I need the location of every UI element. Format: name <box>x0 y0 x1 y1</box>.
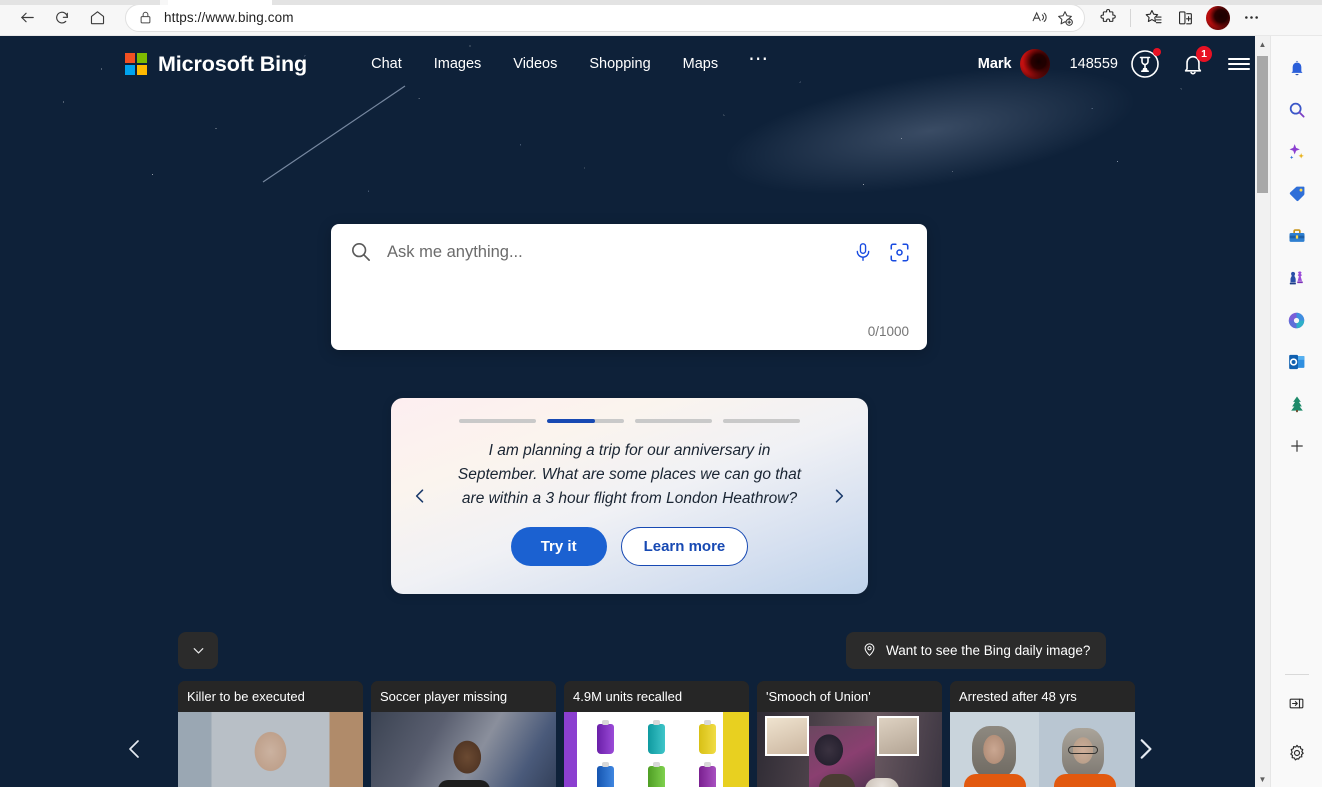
carousel-progress-3[interactable] <box>635 419 712 423</box>
notification-badge: 1 <box>1196 46 1212 62</box>
daily-image-label: Want to see the Bing daily image? <box>886 643 1090 658</box>
prompt-text: I am planning a trip for our anniversary… <box>447 439 812 511</box>
news-card-title: Arrested after 48 yrs <box>950 681 1135 712</box>
bing-wordmark: Microsoft Bing <box>158 52 307 77</box>
read-aloud-icon[interactable] <box>1026 5 1052 31</box>
hamburger-menu-icon[interactable] <box>1224 49 1254 79</box>
edge-sidebar <box>1270 36 1322 787</box>
user-name: Mark <box>978 56 1012 72</box>
news-card-title: 'Smooch of Union' <box>757 681 942 712</box>
sidebar-customize-icon[interactable] <box>1281 430 1313 462</box>
learn-more-button[interactable]: Learn more <box>621 527 749 566</box>
character-counter: 0/1000 <box>868 324 909 339</box>
news-card[interactable]: Arrested after 48 yrs <box>950 681 1135 787</box>
news-card[interactable]: 'Smooch of Union' <box>757 681 942 787</box>
sidebar-drop-icon[interactable] <box>1281 388 1313 420</box>
news-card-thumbnail <box>950 712 1135 787</box>
sidebar-copilot-icon[interactable] <box>1281 136 1313 168</box>
sidebar-divider <box>1285 674 1309 675</box>
news-card-title: Killer to be executed <box>178 681 363 712</box>
refresh-button[interactable] <box>47 3 77 33</box>
bing-primary-nav: Chat Images Videos Shopping Maps ⋯ <box>355 49 784 79</box>
prompt-suggestion-card: I am planning a trip for our anniversary… <box>391 398 868 594</box>
news-card-thumbnail <box>371 712 556 787</box>
try-it-button[interactable]: Try it <box>511 527 607 566</box>
microsoft-logo-icon <box>125 53 147 75</box>
search-box: 0/1000 <box>331 224 927 350</box>
lock-icon <box>138 10 154 26</box>
scrollbar-thumb[interactable] <box>1257 56 1268 193</box>
news-card[interactable]: Soccer player missing <box>371 681 556 787</box>
rewards-points[interactable]: 148559 <box>1070 56 1118 72</box>
news-card[interactable]: Killer to be executed <box>178 681 363 787</box>
sidebar-tools-icon[interactable] <box>1281 220 1313 252</box>
scrollbar-down-icon[interactable]: ▼ <box>1255 771 1270 787</box>
page-scrollbar[interactable]: ▲ ▼ <box>1255 36 1270 787</box>
news-card-thumbnail <box>564 712 749 787</box>
nav-item-shopping[interactable]: Shopping <box>573 49 666 79</box>
carousel-prev-icon[interactable] <box>407 483 433 509</box>
nav-item-videos[interactable]: Videos <box>497 49 573 79</box>
news-card-thumbnail <box>178 712 363 787</box>
address-bar[interactable]: https://www.bing.com <box>125 4 1085 32</box>
sidebar-games-icon[interactable] <box>1281 262 1313 294</box>
settings-and-more-icon[interactable] <box>1236 3 1266 33</box>
nav-item-maps[interactable]: Maps <box>667 49 734 79</box>
nav-item-chat[interactable]: Chat <box>355 49 418 79</box>
sidebar-microsoft-365-icon[interactable] <box>1281 304 1313 336</box>
carousel-progress-4[interactable] <box>723 419 800 423</box>
microphone-icon[interactable] <box>849 238 877 266</box>
sidebar-collapse-icon[interactable] <box>1281 687 1313 719</box>
news-card-thumbnail <box>757 712 942 787</box>
sidebar-outlook-icon[interactable] <box>1281 346 1313 378</box>
news-card-title: Soccer player missing <box>371 681 556 712</box>
favorites-icon[interactable] <box>1138 3 1168 33</box>
location-pin-icon <box>862 642 877 660</box>
tab-strip-edge <box>0 0 1322 5</box>
add-favorite-icon[interactable] <box>1052 5 1078 31</box>
rewards-status-dot <box>1153 48 1161 56</box>
collections-icon[interactable] <box>1170 3 1200 33</box>
sidebar-notifications-icon[interactable] <box>1281 52 1313 84</box>
news-card[interactable]: 4.9M units recalled <box>564 681 749 787</box>
search-input[interactable] <box>387 243 841 262</box>
avatar[interactable] <box>1020 49 1050 79</box>
toolbar-actions <box>1093 3 1274 33</box>
bing-user-area: Mark 148559 1 <box>978 49 1254 79</box>
news-carousel: Killer to be executed Soccer player miss… <box>178 681 1102 787</box>
page-viewport: Microsoft Bing Chat Images Videos Shoppi… <box>0 36 1270 787</box>
news-card-title: 4.9M units recalled <box>564 681 749 712</box>
carousel-next-icon[interactable] <box>826 483 852 509</box>
bing-header: Microsoft Bing Chat Images Videos Shoppi… <box>0 36 1270 92</box>
scrollbar-track[interactable] <box>1255 52 1270 771</box>
visual-search-icon[interactable] <box>885 238 913 266</box>
search-icon <box>349 240 373 264</box>
toolbar-divider <box>1130 9 1131 27</box>
scrollbar-up-icon[interactable]: ▲ <box>1255 36 1270 52</box>
back-button[interactable] <box>12 3 42 33</box>
home-button[interactable] <box>82 3 112 33</box>
sidebar-search-icon[interactable] <box>1281 94 1313 126</box>
carousel-progress-2[interactable] <box>547 419 624 423</box>
nav-more-icon[interactable]: ⋯ <box>734 54 784 74</box>
sidebar-settings-gear-icon[interactable] <box>1281 737 1313 769</box>
news-prev-icon[interactable] <box>120 734 150 764</box>
sidebar-shopping-icon[interactable] <box>1281 178 1313 210</box>
daily-image-prompt[interactable]: Want to see the Bing daily image? <box>846 632 1106 669</box>
nav-item-images[interactable]: Images <box>418 49 498 79</box>
rewards-medal-icon[interactable] <box>1130 49 1160 79</box>
url-text: https://www.bing.com <box>164 10 1026 25</box>
search-row <box>331 224 927 280</box>
bing-logo[interactable]: Microsoft Bing <box>125 52 307 77</box>
carousel-progress <box>391 398 868 423</box>
card-actions: Try it Learn more <box>391 527 868 566</box>
notification-bell-icon[interactable]: 1 <box>1178 49 1208 79</box>
carousel-progress-1[interactable] <box>459 419 536 423</box>
extensions-icon[interactable] <box>1093 3 1123 33</box>
expand-content-button[interactable] <box>178 632 218 669</box>
profile-avatar[interactable] <box>1206 6 1230 30</box>
browser-toolbar: https://www.bing.com <box>0 0 1322 36</box>
